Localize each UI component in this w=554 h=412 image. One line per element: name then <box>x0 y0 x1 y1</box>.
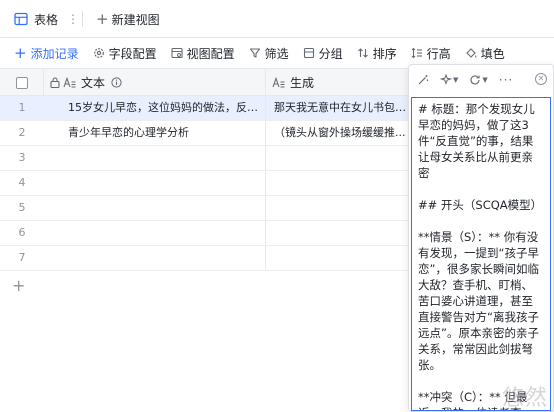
lock-icon <box>50 77 60 88</box>
cell-generate[interactable] <box>266 146 410 170</box>
row-number: 4 <box>18 176 26 189</box>
chevron-down-icon: ▼ <box>453 76 459 84</box>
row-height-label: 行高 <box>426 46 451 61</box>
row-height-icon <box>411 47 423 59</box>
cell-generate[interactable]: （镜头从窗外操场缓缓推... <box>266 121 410 145</box>
magic-wand-icon[interactable] <box>417 74 429 86</box>
select-all-cell <box>0 69 44 96</box>
more-icon[interactable]: ··· <box>499 73 513 87</box>
select-all-checkbox[interactable] <box>15 76 28 89</box>
tab-divider <box>82 11 83 27</box>
cell-text[interactable] <box>44 246 266 270</box>
editor-paragraph: # 标题：那个发现女儿早恋的妈妈，做了这3件“反直觉”的事，结果让母女关系比从前… <box>418 102 535 180</box>
group-icon <box>303 47 315 59</box>
row-height-button[interactable]: 行高 <box>411 45 451 62</box>
editor-paragraph: **情景（S）：** 你有没有发现，一提到“孩子早恋”，很多家长瞬间如临大敌？查… <box>418 230 539 372</box>
group-label: 分组 <box>318 46 343 61</box>
text-field-icon <box>63 77 76 88</box>
paint-bucket-icon <box>465 47 477 59</box>
sort-button[interactable]: 排序 <box>357 45 397 62</box>
ai-assist-icon[interactable]: ▼ <box>440 74 458 86</box>
field-config-button[interactable]: 字段配置 <box>93 45 157 62</box>
watermark: 悠然 <box>501 386 548 411</box>
tab-table-view[interactable]: 表格 ⋮ <box>0 0 80 38</box>
new-view-button[interactable]: + 新建视图 <box>96 0 160 38</box>
row-number: 6 <box>18 226 26 239</box>
column-name-generate: 生成 <box>290 76 315 90</box>
cell-text[interactable] <box>44 146 266 170</box>
cell-generate[interactable]: 那天我无意中在女儿书包里... <box>266 96 410 120</box>
new-view-label: 新建视图 <box>111 12 160 27</box>
add-record-label: 添加记录 <box>30 46 79 61</box>
view-config-label: 视图配置 <box>186 46 235 61</box>
sort-icon <box>357 47 369 59</box>
tab-more-icon[interactable]: ⋮ <box>67 12 79 26</box>
plus-icon: + <box>96 10 109 28</box>
filter-button[interactable]: 筛选 <box>249 45 289 62</box>
row-number: 2 <box>18 126 26 139</box>
editor-toolbar: ▼ ▼ ··· <box>409 65 553 95</box>
cell-generate[interactable] <box>266 196 410 220</box>
column-header-text[interactable]: 文本 <box>44 69 266 96</box>
column-name-text: 文本 <box>81 76 106 90</box>
cell-editor-popup: ▼ ▼ ··· ✕ # 标题：那个发现女儿早恋的妈妈，做了这3件“反直觉”的事，… <box>408 64 554 412</box>
fill-color-button[interactable]: 填色 <box>465 45 505 62</box>
chevron-down-icon: ▼ <box>482 76 488 84</box>
table-grid-icon <box>14 12 28 26</box>
text-field-icon <box>272 77 285 88</box>
sort-label: 排序 <box>372 46 397 61</box>
filter-icon <box>249 47 261 59</box>
view-config-icon <box>171 47 183 59</box>
add-row-icon[interactable]: + <box>12 276 25 295</box>
row-number: 1 <box>18 101 26 114</box>
filter-label: 筛选 <box>264 46 289 61</box>
cell-generate[interactable] <box>266 171 410 195</box>
cell-text[interactable] <box>44 171 266 195</box>
editor-paragraph: ## 开头（SCQA模型） <box>418 198 543 212</box>
editor-textarea[interactable]: # 标题：那个发现女儿早恋的妈妈，做了这3件“反直觉”的事，结果让母女关系比从前… <box>411 97 551 411</box>
view-config-button[interactable]: 视图配置 <box>171 45 235 62</box>
row-number: 3 <box>18 151 26 164</box>
fill-color-label: 填色 <box>480 46 505 61</box>
cell-text[interactable]: 青少年早恋的心理学分析 <box>44 121 266 145</box>
group-button[interactable]: 分组 <box>303 45 343 62</box>
cell-generate[interactable] <box>266 246 410 270</box>
cell-generate[interactable] <box>266 221 410 245</box>
cell-text[interactable] <box>44 196 266 220</box>
tab-label: 表格 <box>34 12 59 27</box>
field-config-label: 字段配置 <box>108 46 157 61</box>
info-icon[interactable] <box>111 77 122 88</box>
row-number: 5 <box>18 201 26 214</box>
cell-text[interactable]: 15岁女儿早恋，这位妈妈的做法，反转... <box>44 96 266 120</box>
close-icon[interactable]: ✕ <box>535 73 547 85</box>
gear-icon <box>93 47 105 59</box>
view-tab-bar: 表格 ⋮ + 新建视图 <box>0 0 554 38</box>
plus-icon: + <box>14 44 27 62</box>
row-number: 7 <box>18 251 26 264</box>
cell-text[interactable] <box>44 221 266 245</box>
add-record-button[interactable]: + 添加记录 <box>14 44 79 62</box>
refresh-icon[interactable]: ▼ <box>469 74 488 86</box>
